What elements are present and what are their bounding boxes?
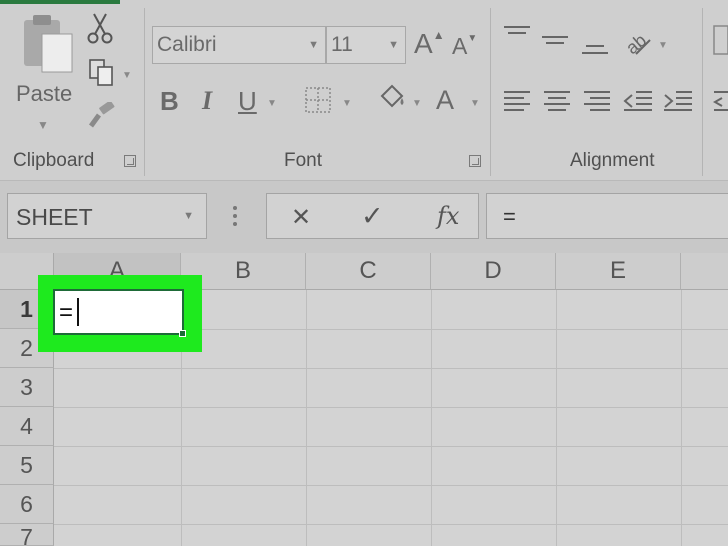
align-right-icon[interactable] — [582, 88, 612, 116]
fill-handle[interactable] — [179, 330, 186, 337]
borders-dropdown-caret[interactable]: ▼ — [342, 98, 352, 109]
row-header-5[interactable]: 5 — [0, 446, 54, 485]
copy-icon[interactable] — [88, 58, 116, 88]
gridline — [431, 290, 432, 546]
enter-icon[interactable]: ✓ — [361, 201, 384, 232]
clipboard-launcher-icon[interactable] — [124, 155, 136, 167]
gridline — [556, 290, 557, 546]
gridline — [54, 368, 728, 369]
row-header-6[interactable]: 6 — [0, 485, 54, 524]
gridline — [681, 290, 682, 546]
font-group-label: Font — [284, 150, 323, 171]
alignment-group-label: Alignment — [570, 150, 655, 171]
row-header-3[interactable]: 3 — [0, 368, 54, 407]
shrink-font-button[interactable]: A▼ — [452, 33, 477, 60]
name-box[interactable]: SHEET ▼ — [7, 193, 207, 239]
font-size-value: 11 — [331, 33, 353, 56]
gridline — [54, 407, 728, 408]
gridline — [54, 446, 728, 447]
chevron-down-icon: ▼ — [388, 39, 399, 51]
paste-dropdown-caret[interactable]: ▼ — [37, 118, 49, 132]
clipboard-group-label: Clipboard — [13, 150, 95, 171]
column-header-e[interactable]: E — [556, 253, 681, 290]
gridline — [54, 524, 728, 525]
text-cursor — [77, 298, 79, 326]
ribbon: Paste ▼ ▼ Clipboard Calibri ▼ 11 ▼ A▲ A▼… — [0, 0, 728, 181]
chevron-down-icon: ▼ — [183, 210, 194, 222]
underline-button[interactable]: U — [238, 86, 257, 117]
paste-button[interactable]: Paste — [16, 81, 72, 107]
font-launcher-icon[interactable] — [469, 155, 481, 167]
font-name-value: Calibri — [157, 33, 217, 56]
cell-value: = — [59, 299, 74, 326]
active-cell-a1[interactable]: = — [53, 289, 186, 337]
wrap-text-icon[interactable] — [710, 88, 728, 116]
align-top-icon[interactable] — [502, 24, 532, 46]
ribbon-separator — [144, 8, 145, 176]
gridline — [54, 485, 728, 486]
orientation-dropdown-caret[interactable]: ▼ — [658, 40, 668, 51]
column-header-d[interactable]: D — [431, 253, 556, 290]
format-painter-icon[interactable] — [86, 102, 116, 130]
orientation-icon[interactable]: ab — [622, 28, 654, 58]
merge-icon[interactable] — [712, 24, 728, 56]
chevron-down-icon: ▼ — [308, 39, 319, 51]
font-name-combo[interactable]: Calibri ▼ — [152, 26, 326, 64]
formula-buttons: ✕ ✓ fx — [266, 193, 479, 239]
paste-icon[interactable] — [20, 12, 76, 74]
column-header-f[interactable] — [681, 253, 728, 290]
align-bottom-icon[interactable] — [580, 38, 610, 60]
cancel-icon[interactable]: ✕ — [291, 203, 311, 232]
fill-color-dropdown-caret[interactable]: ▼ — [412, 98, 422, 109]
row-header-7[interactable]: 7 — [0, 524, 54, 546]
more-options-icon[interactable] — [232, 205, 238, 227]
bold-button[interactable]: B — [160, 86, 179, 117]
fill-color-icon[interactable] — [376, 82, 408, 114]
grow-font-button[interactable]: A▲ — [414, 28, 445, 60]
ribbon-separator — [490, 8, 491, 176]
align-center-icon[interactable] — [542, 88, 572, 116]
column-header-c[interactable]: C — [306, 253, 431, 290]
increase-indent-icon[interactable] — [662, 88, 694, 116]
borders-icon[interactable] — [304, 86, 332, 114]
name-box-value: SHEET — [16, 204, 93, 230]
cut-icon[interactable] — [86, 12, 114, 44]
font-size-combo[interactable]: 11 ▼ — [326, 26, 406, 64]
decrease-indent-icon[interactable] — [622, 88, 654, 116]
italic-button[interactable]: I — [202, 86, 212, 116]
ribbon-separator — [702, 8, 703, 176]
align-middle-icon[interactable] — [540, 32, 570, 54]
gridline — [306, 290, 307, 546]
underline-dropdown-caret[interactable]: ▼ — [267, 98, 277, 109]
formula-bar: SHEET ▼ ✕ ✓ fx = — [0, 181, 728, 253]
row-header-4[interactable]: 4 — [0, 407, 54, 446]
ribbon-tab-indicator — [0, 0, 120, 4]
font-color-dropdown-caret[interactable]: ▼ — [470, 98, 480, 109]
align-left-icon[interactable] — [502, 88, 532, 116]
font-color-button[interactable]: A — [436, 85, 454, 116]
copy-dropdown-caret[interactable]: ▼ — [122, 70, 132, 81]
formula-input[interactable]: = — [486, 193, 728, 239]
insert-function-button[interactable]: fx — [437, 202, 459, 230]
